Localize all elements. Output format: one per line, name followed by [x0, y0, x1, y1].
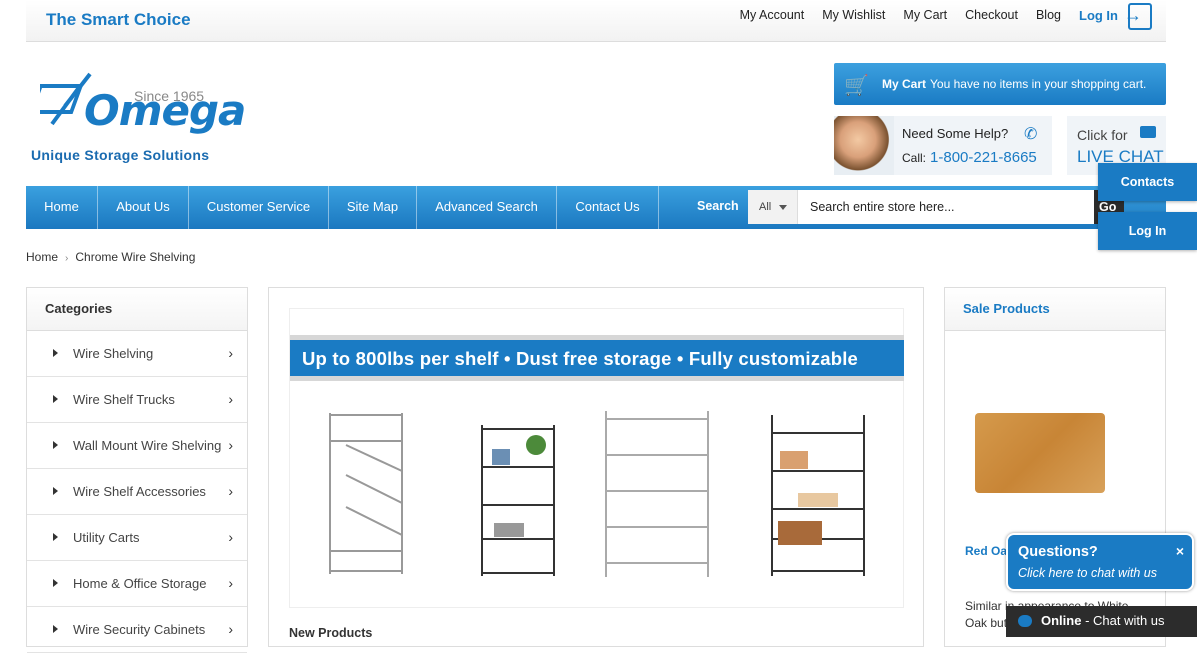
nav-site-map[interactable]: Site Map	[329, 186, 417, 229]
support-agent-image	[834, 116, 894, 175]
red-oak-shelf-image[interactable]	[975, 413, 1105, 493]
expand-triangle-icon	[53, 487, 58, 495]
contacts-tab[interactable]: Contacts	[1098, 163, 1197, 201]
search-scope-select[interactable]: All	[748, 190, 798, 224]
nav-home[interactable]: Home	[26, 186, 98, 229]
top-bar: The Smart Choice My Account My Wishlist …	[26, 0, 1166, 42]
expand-triangle-icon	[53, 395, 58, 403]
chat-status-text: - Chat with us	[1081, 613, 1165, 628]
main-content: Up to 800lbs per shelf • Dust free stora…	[268, 287, 924, 647]
chevron-right-icon: ›	[228, 621, 233, 637]
category-item[interactable]: Utility Carts ›	[27, 515, 247, 561]
chat-prompt-bubble[interactable]: Questions? Click here to chat with us ×	[1006, 533, 1194, 591]
tagline: The Smart Choice	[46, 10, 191, 29]
search-input[interactable]	[800, 190, 1094, 224]
chat-bubble-icon	[1140, 126, 1156, 138]
nav-customer-service[interactable]: Customer Service	[189, 186, 329, 229]
logo-since: Since 1965	[134, 88, 205, 104]
live-chat-line1: Click for	[1077, 127, 1128, 143]
chat-status-bold: Online	[1041, 613, 1082, 628]
nav-advanced-search[interactable]: Advanced Search	[417, 186, 557, 229]
breadcrumb-separator-icon: ›	[65, 253, 69, 264]
nav-about-us[interactable]: About Us	[98, 186, 189, 229]
chevron-right-icon: ›	[228, 345, 233, 361]
category-item[interactable]: Wire Shelf Accessories ›	[27, 469, 247, 515]
close-icon[interactable]: ×	[1176, 543, 1184, 559]
expand-triangle-icon	[53, 441, 58, 449]
expand-triangle-icon	[53, 579, 58, 587]
nav-contact-us[interactable]: Contact Us	[557, 186, 659, 229]
site-logo[interactable]: Omega Since 1965	[40, 66, 246, 136]
my-wishlist-link[interactable]: My Wishlist	[822, 8, 885, 23]
search-label: Search	[697, 199, 739, 213]
cart-message: You have no items in your shopping cart.	[930, 77, 1147, 91]
help-title: Need Some Help?	[902, 126, 1009, 141]
slanted-wire-shelf-image	[329, 413, 403, 574]
chevron-right-icon: ›	[228, 483, 233, 499]
sale-products-panel: Sale Products Red Oa Similar in appearan…	[944, 287, 1166, 647]
chat-prompt-subtitle: Click here to chat with us	[1018, 566, 1157, 580]
breadcrumb-current: Chrome Wire Shelving	[75, 250, 196, 264]
new-products-heading: New Products	[289, 626, 373, 640]
mini-cart[interactable]: 🛒 My Cart You have no items in your shopp…	[834, 63, 1166, 105]
my-cart-link[interactable]: My Cart	[903, 8, 947, 23]
login-icon[interactable]	[1124, 3, 1152, 30]
category-item[interactable]: Wall Mount Wire Shelving ›	[27, 423, 247, 469]
cart-icon: 🛒	[844, 75, 869, 97]
category-item[interactable]: Wire Security Cabinets ›	[27, 607, 247, 653]
chat-status-bar[interactable]: Online - Chat with us	[1006, 606, 1197, 637]
call-label: Call:	[902, 151, 927, 165]
expand-triangle-icon	[53, 349, 58, 357]
chevron-right-icon: ›	[228, 575, 233, 591]
promo-banner[interactable]: Up to 800lbs per shelf • Dust free stora…	[289, 308, 904, 608]
checkout-link[interactable]: Checkout	[965, 8, 1018, 23]
category-item[interactable]: Wire Shelving ›	[27, 331, 247, 377]
login-tab[interactable]: Log In	[1098, 212, 1197, 250]
cart-label: My Cart	[882, 77, 927, 91]
chrome-wire-shelf-image	[605, 411, 709, 577]
chat-bubble-icon	[1018, 615, 1032, 627]
help-box: Need Some Help? Call: 1-800-221-8665 ✆	[834, 116, 1052, 175]
black-wire-shelf-image	[481, 425, 555, 576]
category-item[interactable]: Home & Office Storage ›	[27, 561, 247, 607]
expand-triangle-icon	[53, 533, 58, 541]
logo-subtitle: Unique Storage Solutions	[31, 147, 210, 163]
banner-text: Up to 800lbs per shelf • Dust free stora…	[290, 335, 904, 381]
main-nav: Home About Us Customer Service Site Map …	[26, 186, 1166, 229]
categories-title: Categories	[27, 288, 247, 331]
search-box: All	[748, 190, 1094, 224]
breadcrumb: Home › Chrome Wire Shelving	[26, 250, 195, 264]
chevron-right-icon: ›	[228, 437, 233, 453]
chevron-right-icon: ›	[228, 391, 233, 407]
my-account-link[interactable]: My Account	[740, 8, 805, 23]
chat-prompt-title: Questions?	[1018, 544, 1098, 560]
chevron-right-icon: ›	[228, 529, 233, 545]
blog-link[interactable]: Blog	[1036, 8, 1061, 23]
phone-icon: ✆	[1024, 126, 1038, 143]
sale-product-name[interactable]: Red Oa	[965, 544, 1007, 558]
categories-panel: Categories Wire Shelving › Wire Shelf Tru…	[26, 287, 248, 653]
phone-number[interactable]: 1-800-221-8665	[930, 149, 1037, 166]
login-link[interactable]: Log In	[1079, 8, 1118, 23]
food-storage-shelf-image	[771, 415, 865, 576]
category-item[interactable]: Wire Shelf Trucks ›	[27, 377, 247, 423]
top-links: My Account My Wishlist My Cart Checkout …	[740, 8, 1118, 23]
breadcrumb-home[interactable]: Home	[26, 250, 58, 264]
expand-triangle-icon	[53, 625, 58, 633]
sale-products-title: Sale Products	[945, 288, 1165, 331]
